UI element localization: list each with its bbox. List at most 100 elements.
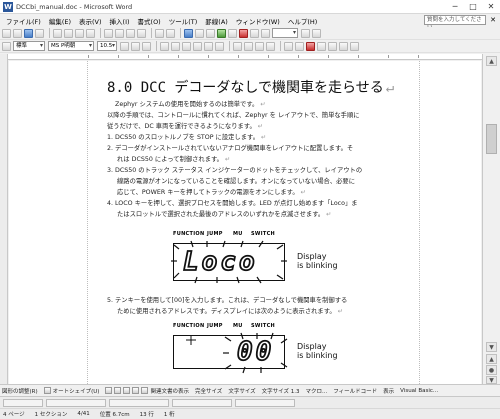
font-color-icon[interactable] — [306, 41, 315, 51]
drawing-icon[interactable] — [239, 28, 248, 38]
menu-edit[interactable]: 編集(E) — [45, 16, 75, 26]
distributed-icon[interactable] — [204, 41, 213, 51]
bold-icon[interactable] — [120, 41, 129, 51]
browse-object-icon[interactable]: ● — [486, 365, 497, 375]
document-close-icon[interactable]: ✕ — [490, 14, 496, 27]
paragraph-mark: ↵ — [224, 156, 231, 163]
cut-icon[interactable] — [104, 28, 113, 38]
arrow-icon[interactable] — [114, 387, 122, 394]
view-button[interactable]: 表示 — [383, 387, 394, 395]
paste-icon[interactable] — [126, 28, 135, 38]
draw-menu-button[interactable]: 図形の調整(R) — [2, 387, 38, 395]
visual-basic-button[interactable]: Visual Basic... — [400, 388, 438, 394]
show-hide-icon[interactable] — [261, 28, 270, 38]
ruler-tick — [418, 55, 419, 58]
next-page-icon[interactable]: ▼ — [486, 376, 497, 384]
display-caption-line2: is blinking — [297, 261, 338, 270]
maximize-button[interactable]: □ — [464, 0, 482, 14]
rectangle-icon[interactable] — [123, 387, 131, 394]
new-document-icon[interactable] — [2, 28, 11, 38]
macro-button[interactable]: マクロ... — [306, 387, 328, 395]
status-column: 1 桁 — [163, 412, 175, 418]
character-border-icon[interactable] — [317, 41, 326, 51]
minimize-button[interactable]: ─ — [446, 0, 464, 14]
undo-icon[interactable] — [155, 28, 164, 38]
italic-icon[interactable] — [131, 41, 140, 51]
step-2-line1: 2. デコーダがインストールされていないアナログ機関車をレイアウトに配置します。… — [107, 145, 354, 152]
style-select[interactable]: 標準 — [13, 41, 45, 51]
step-2-line2: れは DCS50 によって制御されます。 ↵ — [117, 156, 231, 163]
document-page[interactable]: 8.0 DCC デコーダなしで機関車を走らせる ↵ Zephyr システムの使用を… — [9, 61, 481, 384]
insert-table-icon[interactable] — [206, 28, 215, 38]
tables-borders-icon[interactable] — [195, 28, 204, 38]
permission-icon[interactable] — [35, 28, 44, 38]
line-spacing-icon[interactable] — [215, 41, 224, 51]
insert-excel-icon[interactable] — [217, 28, 226, 38]
read-icon[interactable] — [312, 28, 321, 38]
scroll-thumb[interactable] — [486, 124, 497, 154]
redo-icon[interactable] — [166, 28, 175, 38]
copy-icon[interactable] — [115, 28, 124, 38]
horizontal-ruler[interactable] — [8, 54, 482, 60]
help-icon[interactable] — [301, 28, 310, 38]
vertical-ruler[interactable] — [0, 54, 8, 384]
status-section: 1 セクション — [34, 412, 68, 418]
phonetic-guide-icon[interactable] — [339, 41, 348, 51]
previous-page-icon[interactable]: ▲ — [486, 354, 497, 364]
print-preview-icon[interactable] — [64, 28, 73, 38]
zoom-select[interactable] — [272, 28, 298, 38]
hyperlink-icon[interactable] — [184, 28, 193, 38]
document-map-icon[interactable] — [250, 28, 259, 38]
styles-pane-icon[interactable] — [2, 41, 11, 51]
textbox-icon[interactable] — [141, 387, 149, 394]
char-size-13-button[interactable]: 文字サイズ 1.3 — [262, 387, 300, 395]
columns-icon[interactable] — [228, 28, 237, 38]
bullets-icon[interactable] — [244, 41, 253, 51]
save-icon[interactable] — [24, 28, 33, 38]
menu-help[interactable]: ヘルプ(H) — [284, 16, 321, 26]
line-icon[interactable] — [105, 387, 113, 394]
step-3-line3: 応じて、POWER キーを押してトラックの電源をオンにします。 ↵ — [117, 189, 306, 196]
enclose-characters-icon[interactable] — [350, 41, 359, 51]
outside-border-icon[interactable] — [284, 41, 293, 51]
full-size-button[interactable]: 完全サイズ — [195, 387, 222, 395]
scroll-up-icon[interactable]: ▲ — [486, 56, 497, 66]
highlight-icon[interactable] — [295, 41, 304, 51]
menu-view[interactable]: 表示(V) — [75, 16, 106, 26]
help-search-input[interactable]: 質問を入力してください — [424, 15, 486, 31]
menu-window[interactable]: ウィンドウ(W) — [232, 16, 284, 26]
autoshapes-button[interactable]: オートシェイプ(U) — [53, 387, 100, 395]
vertical-scrollbar[interactable]: ▲ ▼ ▲ ● ▼ — [482, 54, 500, 384]
font-size-select[interactable]: 10.5 — [97, 41, 117, 51]
char-size-button[interactable]: 文字サイズ — [228, 387, 255, 395]
format-painter-icon[interactable] — [137, 28, 146, 38]
display-caption-line2: is blinking — [297, 351, 338, 360]
menu-insert[interactable]: 挿入(I) — [106, 16, 134, 26]
numbering-icon[interactable] — [233, 41, 242, 51]
decrease-indent-icon[interactable] — [255, 41, 264, 51]
open-folder-icon[interactable] — [13, 28, 22, 38]
spelling-icon[interactable] — [75, 28, 84, 38]
close-button[interactable]: ✕ — [482, 0, 500, 14]
print-icon[interactable] — [53, 28, 62, 38]
align-center-icon[interactable] — [171, 41, 180, 51]
menu-format[interactable]: 書式(O) — [134, 16, 165, 26]
increase-indent-icon[interactable] — [266, 41, 275, 51]
menu-table[interactable]: 罫線(A) — [201, 16, 232, 26]
ruler-tick — [268, 55, 269, 58]
align-right-icon[interactable] — [182, 41, 191, 51]
related-docs-button[interactable]: 関連文書の表示 — [150, 387, 189, 395]
field-code-button[interactable]: フィールドコード — [333, 387, 377, 395]
scroll-down-icon[interactable]: ▼ — [486, 342, 497, 352]
font-select[interactable]: MS P明朝 — [48, 41, 94, 51]
align-left-icon[interactable] — [160, 41, 169, 51]
character-shading-icon[interactable] — [328, 41, 337, 51]
status-page-count: 4/41 — [77, 411, 90, 417]
research-icon[interactable] — [86, 28, 95, 38]
menu-file[interactable]: ファイル(F) — [2, 16, 45, 26]
underline-icon[interactable] — [142, 41, 151, 51]
menu-tools[interactable]: ツール(T) — [165, 16, 202, 26]
justify-icon[interactable] — [193, 41, 202, 51]
oval-icon[interactable] — [132, 387, 140, 394]
select-objects-icon[interactable] — [43, 387, 51, 394]
